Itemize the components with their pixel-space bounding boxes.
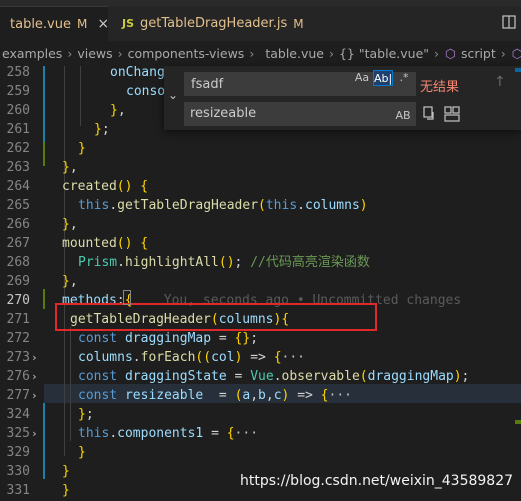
cube-icon: ⬡: [511, 45, 521, 61]
line-number: 262: [6, 141, 30, 156]
line-number: 331: [6, 483, 30, 498]
code-line: this.components1 = {···: [78, 426, 259, 441]
breadcrumb-item[interactable]: script: [459, 46, 498, 61]
bracket-match-box: [123, 290, 131, 305]
code-line: mounted() {: [62, 236, 149, 251]
breadcrumb-item[interactable]: components-views: [126, 46, 247, 61]
git-modified-indicator: [43, 66, 45, 142]
whole-word-toggle[interactable]: Ab|: [373, 70, 393, 86]
code-line: const draggingState = Vue.observable(dra…: [78, 369, 470, 384]
code-line: columns.forEach((col) => {···: [78, 350, 306, 365]
chevron-right-icon: ›: [117, 45, 123, 61]
cube-icon: ⬡: [445, 45, 456, 61]
line-number: 269: [6, 274, 30, 289]
line-number: 268: [6, 255, 30, 270]
line-number: 265: [6, 198, 30, 213]
git-added-indicator: [43, 142, 45, 166]
line-number: 324: [6, 407, 30, 422]
fold-chevron-icon[interactable]: ›: [31, 367, 41, 386]
code-line: };: [78, 407, 94, 422]
line-number: 277: [6, 388, 30, 403]
scrollbar-marker: [515, 68, 521, 72]
tab-get-table-drag-header-js[interactable]: JS getTableDragHeader.js M: [118, 6, 308, 41]
line-number: 264: [6, 179, 30, 194]
modified-badge: M: [293, 16, 304, 31]
scrollbar-marker: [515, 420, 521, 424]
tab-label: table.vue: [10, 16, 71, 32]
code-line: },: [62, 217, 78, 232]
git-added-indicator: [43, 289, 45, 309]
chevron-right-icon: ›: [249, 45, 255, 61]
indent-guide: [64, 66, 65, 456]
match-case-toggle[interactable]: Aa: [354, 70, 370, 86]
line-number: 260: [6, 103, 30, 118]
indent-guide: [70, 327, 71, 441]
fold-chevron-icon[interactable]: ›: [31, 424, 41, 443]
breadcrumb-item[interactable]: examples: [0, 46, 64, 61]
breadcrumb: examples › views › components-views › ta…: [0, 41, 521, 65]
line-number: 271: [6, 312, 30, 327]
line-number: 263: [6, 160, 30, 175]
line-number: 329: [6, 445, 30, 460]
tab-bar: table.vue M × JS getTableDragHeader.js M: [0, 6, 521, 41]
line-number: 273: [6, 350, 30, 365]
code-line: };: [94, 122, 110, 137]
code-line: created() {: [62, 179, 149, 194]
chevron-right-icon: ›: [434, 45, 440, 61]
code-line: }: [78, 445, 86, 460]
code-line: },: [110, 103, 126, 118]
line-number: 330: [6, 464, 30, 479]
toggle-replace-chevron-icon[interactable]: ⌄: [168, 88, 178, 102]
code-line: this.getTableDragHeader(this.columns): [78, 198, 368, 213]
code-line: },: [62, 160, 78, 175]
fold-chevron-icon[interactable]: ›: [31, 386, 41, 405]
replace-icon[interactable]: [422, 106, 436, 122]
line-number: 272: [6, 331, 30, 346]
modified-badge: M: [77, 17, 88, 31]
arrow-up-icon[interactable]: ↑: [494, 74, 506, 90]
line-number: 270: [6, 293, 30, 308]
code-line: },: [62, 274, 78, 289]
replace-input[interactable]: resizeable: [184, 102, 416, 126]
close-tab-icon[interactable]: ×: [97, 16, 109, 32]
line-number: 267: [6, 236, 30, 251]
breadcrumb-item[interactable]: table.vue: [263, 46, 326, 61]
line-number: 266: [6, 217, 30, 232]
indent-guide: [80, 66, 81, 126]
line-number: 259: [6, 84, 30, 99]
code-line: }: [62, 464, 70, 479]
breadcrumb-item[interactable]: views: [75, 46, 114, 61]
find-replace-widget: ⌄ fsadf Aa Ab| .* 无结果 ↑ resizeable AB: [164, 66, 521, 130]
line-number: 261: [6, 122, 30, 137]
highlight-box: [55, 303, 377, 331]
split-editor-icon[interactable]: [501, 14, 517, 30]
git-modified-indicator: [43, 403, 45, 479]
tab-table-vue[interactable]: table.vue M ×: [0, 6, 109, 41]
code-line: const draggingMap = {};: [78, 331, 259, 346]
tab-label: getTableDragHeader.js: [140, 16, 288, 31]
no-results-text: 无结果: [420, 80, 460, 95]
code-line: conso: [126, 84, 166, 99]
chevron-right-icon: ›: [328, 45, 334, 61]
replace-all-icon[interactable]: [444, 106, 460, 122]
regex-toggle[interactable]: .*: [396, 70, 412, 86]
js-file-icon: JS: [122, 17, 135, 30]
line-number: 276: [6, 369, 30, 384]
watermark-text: https://blog.csdn.net/weixin_43589827: [240, 473, 514, 489]
code-line: const resizeable = (a,b,c) => {···: [78, 388, 352, 403]
line-number: 325: [6, 426, 30, 441]
breadcrumb-item[interactable]: {} "table.vue": [337, 46, 431, 61]
chevron-right-icon: ›: [67, 45, 73, 61]
code-line: }: [62, 483, 70, 498]
fold-chevron-icon[interactable]: ›: [31, 348, 41, 367]
line-number: 258: [6, 65, 30, 80]
chevron-right-icon: ›: [500, 45, 506, 61]
preserve-case-toggle[interactable]: AB: [394, 108, 412, 124]
code-line: }: [78, 141, 86, 156]
code-line: Prism.highlightAll(); //代码高亮渲染函数: [78, 255, 370, 270]
